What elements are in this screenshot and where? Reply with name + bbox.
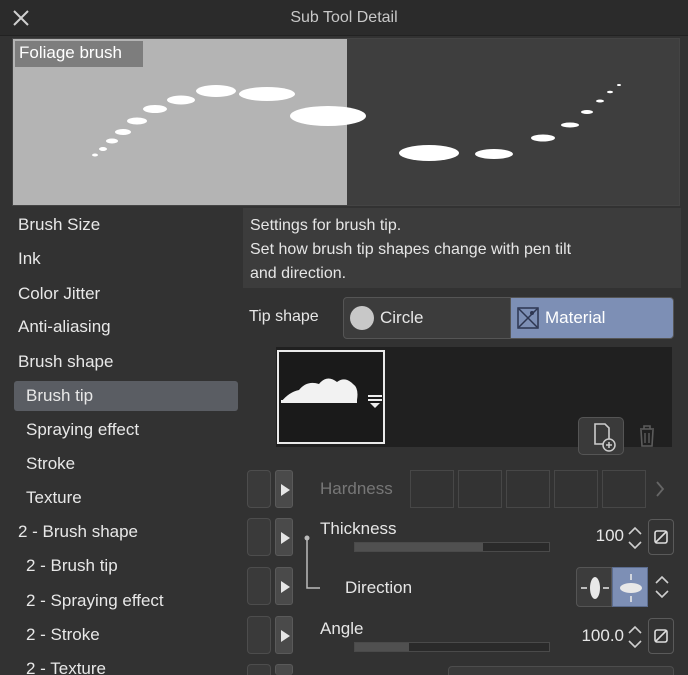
tip-shape-circle-button[interactable]: Circle (343, 297, 511, 339)
titlebar: Sub Tool Detail (0, 0, 688, 36)
direction-vertical-icon (620, 574, 642, 602)
circle-icon (350, 306, 374, 330)
tip-shape-material-label: Material (545, 308, 606, 327)
trash-icon (640, 425, 654, 447)
category-2-spraying-effect[interactable]: 2 - Spraying effect (26, 586, 164, 616)
category-texture[interactable]: Texture (26, 483, 82, 513)
thickness-reset-button[interactable] (648, 519, 674, 555)
category-anti-aliasing[interactable]: Anti-aliasing (18, 312, 111, 342)
tip-shape-material-button[interactable]: Material (510, 297, 674, 339)
category-brush-tip[interactable]: Brush tip (14, 381, 238, 411)
direction-pressure-button[interactable] (247, 567, 271, 605)
category-brush-shape[interactable]: Brush shape (18, 347, 113, 377)
menu-icon[interactable] (367, 394, 383, 415)
category-brush-size[interactable]: Brush Size (18, 210, 100, 240)
next-row-expand-button[interactable] (275, 664, 293, 675)
direction-label: Direction (345, 578, 413, 597)
brush-name-label: Foliage brush (15, 41, 143, 67)
angle-slider[interactable] (354, 642, 550, 652)
description-panel: Settings for brush tip. Set how brush ti… (243, 208, 681, 288)
tip-shape-circle-label: Circle (380, 308, 424, 327)
direction-option-2[interactable] (612, 567, 648, 607)
category-list: Brush Size Ink Color Jitter Anti-aliasin… (0, 208, 240, 675)
window-title: Sub Tool Detail (290, 9, 398, 26)
reset-icon (654, 530, 668, 544)
angle-spin-arrows-icon[interactable] (627, 622, 643, 652)
thickness-expand-button[interactable] (275, 518, 293, 556)
angle-slider-fill (355, 643, 410, 651)
thickness-label: Thickness (320, 519, 397, 538)
hardness-level-3[interactable] (506, 470, 550, 508)
category-stroke[interactable]: Stroke (26, 449, 75, 479)
thickness-spin-arrows-icon[interactable] (627, 523, 643, 553)
description-line-1: Settings for brush tip. (250, 217, 402, 234)
next-row-pressure-button[interactable] (247, 664, 271, 675)
add-material-icon (594, 423, 616, 452)
hardness-level-4[interactable] (554, 470, 598, 508)
direction-spin-arrows-icon[interactable] (654, 572, 670, 602)
thickness-slider-fill (355, 543, 484, 551)
material-icon (517, 307, 539, 329)
direction-horizontal-icon (581, 577, 609, 599)
category-spraying-effect[interactable]: Spraying effect (26, 415, 139, 445)
category-color-jitter[interactable]: Color Jitter (18, 279, 100, 309)
tip-material-thumbnail[interactable] (277, 350, 385, 444)
description-line-2: Set how brush tip shapes change with pen… (250, 241, 572, 258)
angle-label: Angle (320, 619, 364, 638)
brush-preview: Foliage brush (12, 38, 680, 206)
direction-option-1[interactable] (576, 567, 612, 607)
category-2-brush-shape[interactable]: 2 - Brush shape (18, 517, 138, 547)
description-line-3: and direction. (250, 265, 347, 282)
angle-pressure-button[interactable] (247, 616, 271, 654)
hardness-level-5[interactable] (602, 470, 646, 508)
tip-material-list (276, 347, 672, 455)
next-row-control[interactable] (448, 666, 674, 675)
reset-icon (654, 629, 668, 643)
hardness-level-1[interactable] (410, 470, 454, 508)
direction-expand-button[interactable] (275, 567, 293, 605)
angle-value[interactable]: 100.0 (574, 626, 624, 646)
category-ink[interactable]: Ink (18, 244, 41, 274)
chevron-right-icon[interactable] (652, 478, 668, 505)
hardness-label: Hardness (320, 479, 393, 498)
tip-shape-label: Tip shape (249, 308, 319, 325)
category-2-stroke[interactable]: 2 - Stroke (26, 620, 100, 650)
category-2-brush-tip[interactable]: 2 - Brush tip (26, 551, 118, 581)
thickness-slider[interactable] (354, 542, 550, 552)
hardness-pressure-button[interactable] (247, 470, 271, 508)
thickness-value[interactable]: 100 (574, 526, 624, 546)
angle-expand-button[interactable] (275, 616, 293, 654)
category-2-texture[interactable]: 2 - Texture (26, 654, 106, 675)
hardness-expand-button[interactable] (275, 470, 293, 508)
add-material-button[interactable] (578, 417, 624, 455)
hardness-level-2[interactable] (458, 470, 502, 508)
delete-material-button[interactable] (632, 421, 662, 451)
angle-reset-button[interactable] (648, 618, 674, 654)
thickness-pressure-button[interactable] (247, 518, 271, 556)
thickness-direction-link (304, 535, 320, 589)
